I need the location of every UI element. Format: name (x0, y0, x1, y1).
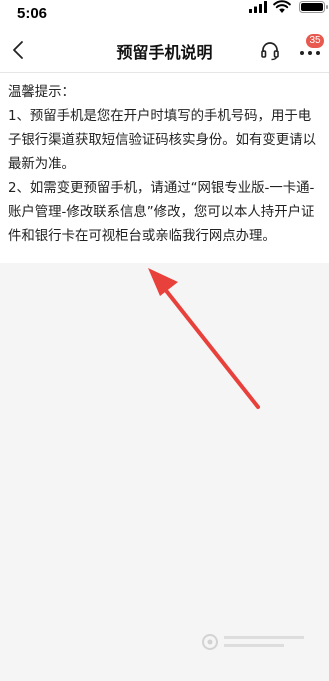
notification-badge: 35 (306, 34, 324, 48)
notice-content: 温馨提示： 1、预留手机是您在开户时填写的手机号码，用于电子银行渠道获取短信验证… (0, 73, 329, 263)
paragraph-1: 1、预留手机是您在开户时填写的手机号码，用于电子银行渠道获取短信验证码核实身份。… (8, 109, 316, 172)
more-button[interactable]: 35 (296, 34, 326, 66)
annotation-arrow (148, 268, 260, 409)
paragraph-2: 2、如需变更预留手机，请通过“网银专业版-一卡通-账户管理-修改联系信息”修改，… (8, 181, 315, 244)
watermark-logo (202, 634, 304, 650)
status-time: 5:06 (17, 5, 48, 22)
wifi-icon (273, 0, 291, 13)
signal-icon (249, 1, 267, 13)
tip-heading: 温馨提示： (8, 85, 75, 100)
battery-icon (299, 1, 328, 13)
status-bar: 5:06 (0, 0, 329, 28)
nav-bar: 预留手机说明 35 (0, 28, 329, 73)
headset-icon[interactable] (259, 39, 281, 61)
